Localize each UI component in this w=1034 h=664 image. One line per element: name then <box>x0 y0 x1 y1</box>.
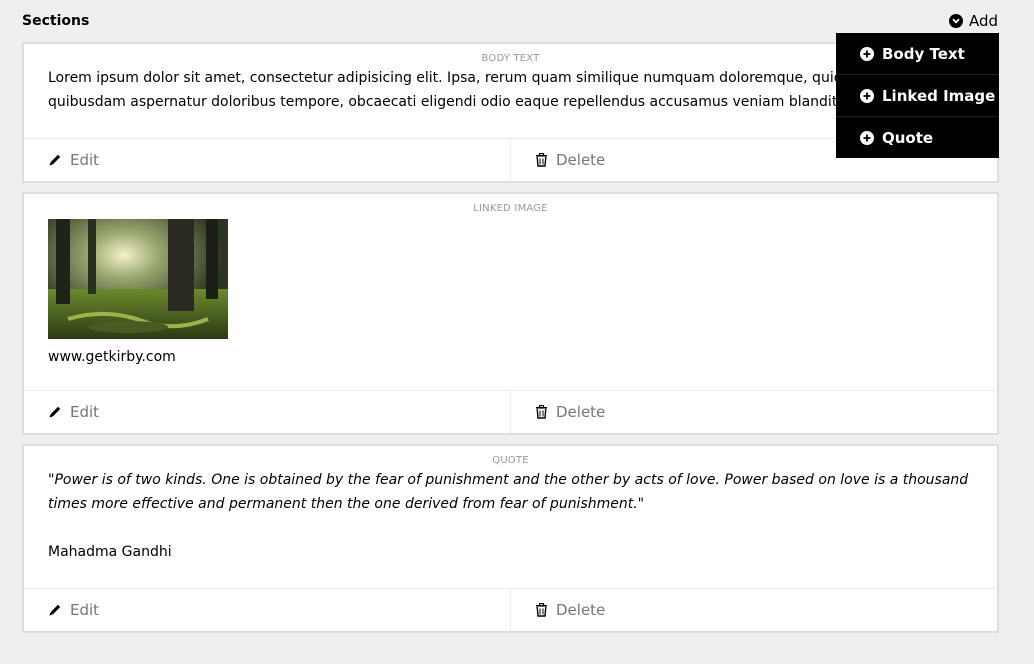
plus-circle-icon <box>860 88 874 103</box>
chevron-down-circle-icon <box>948 14 963 28</box>
dropdown-item-quote[interactable]: Quote <box>836 116 999 158</box>
edit-button[interactable]: Edit <box>24 589 510 631</box>
section-actions: Edit Delete <box>24 390 997 433</box>
pencil-icon <box>49 406 61 418</box>
section-content: "Power is of two kinds. One is obtained … <box>24 468 997 564</box>
trash-icon <box>536 153 547 167</box>
plus-circle-icon <box>860 46 874 61</box>
dropdown-item-body-text[interactable]: Body Text <box>836 33 999 74</box>
edit-label: Edit <box>70 601 100 619</box>
dropdown-item-label: Linked Image <box>882 86 996 105</box>
section-type-label: LINKED IMAGE <box>473 203 548 214</box>
body-text-line: quibusdam aspernatur doloribus tempore, … <box>48 94 875 110</box>
section-type-label: QUOTE <box>492 455 529 466</box>
section-actions: Edit Delete <box>24 588 997 631</box>
add-section-dropdown: Body Text Linked Image Quote <box>836 33 999 158</box>
delete-label: Delete <box>556 601 606 619</box>
edit-label: Edit <box>70 403 100 421</box>
body-text-line: Lorem ipsum dolor sit amet, consectetur … <box>48 70 877 86</box>
delete-button[interactable]: Delete <box>510 391 997 433</box>
delete-label: Delete <box>556 403 606 421</box>
quote-author: Mahadma Gandhi <box>48 544 172 560</box>
delete-button[interactable]: Delete <box>510 589 997 631</box>
pencil-icon <box>49 604 61 616</box>
edit-button[interactable]: Edit <box>24 139 510 181</box>
edit-label: Edit <box>70 151 100 169</box>
link-url[interactable]: www.getkirby.com <box>48 345 973 369</box>
add-button-label: Add <box>968 12 998 30</box>
dropdown-item-label: Quote <box>882 128 934 147</box>
dropdown-item-linked-image[interactable]: Linked Image <box>836 74 999 116</box>
section-linked-image: LINKED IMAGE www.getkirby.com Edit Delet… <box>22 192 999 435</box>
pencil-icon <box>49 154 61 166</box>
page-title: Sections <box>22 13 90 29</box>
section-content: www.getkirby.com <box>24 219 997 369</box>
dropdown-item-label: Body Text <box>882 44 965 63</box>
sections-header: Sections Add <box>22 12 998 32</box>
add-button[interactable]: Add <box>948 12 998 30</box>
trash-icon <box>536 603 547 617</box>
trash-icon <box>536 405 547 419</box>
delete-label: Delete <box>556 151 606 169</box>
quote-text: "Power is of two kinds. One is obtained … <box>48 472 969 512</box>
forest-thumbnail-image[interactable] <box>48 219 228 339</box>
section-quote: QUOTE "Power is of two kinds. One is obt… <box>22 444 999 633</box>
plus-circle-icon <box>860 130 874 145</box>
edit-button[interactable]: Edit <box>24 391 510 433</box>
